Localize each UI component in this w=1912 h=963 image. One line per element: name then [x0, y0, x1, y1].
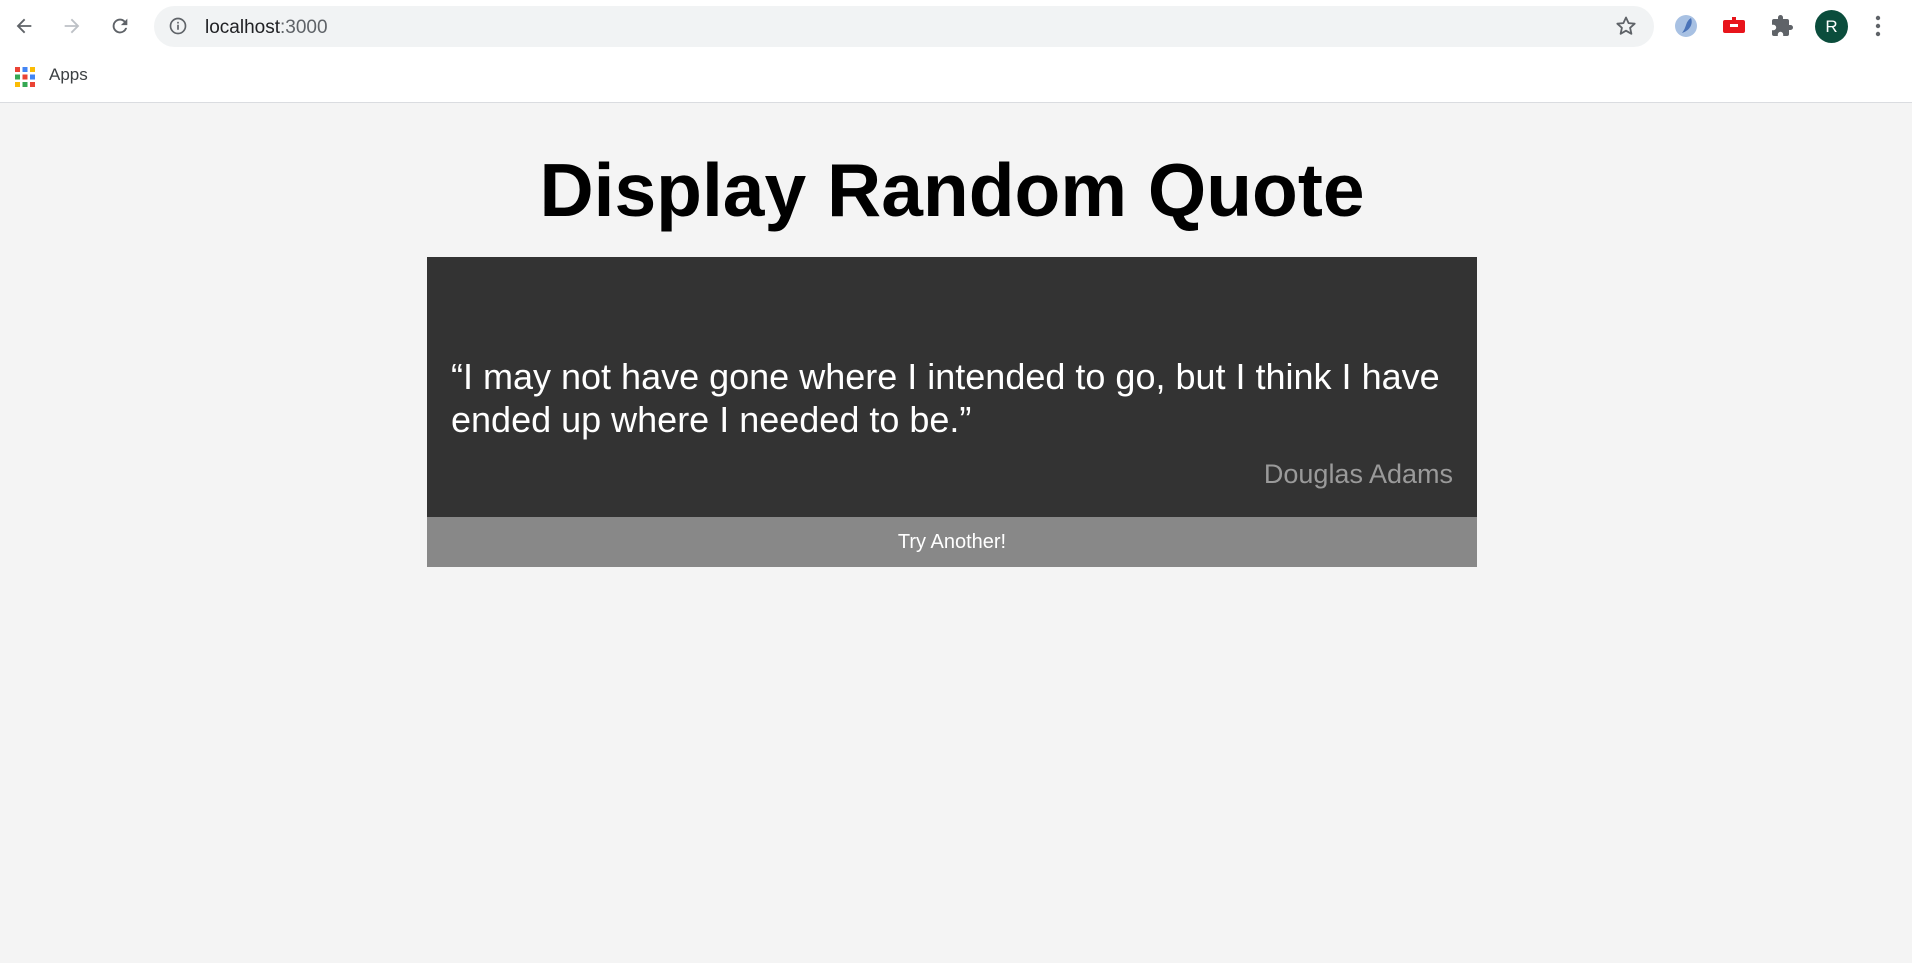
url-host: localhost: [205, 17, 280, 38]
url-text: localhost:3000: [205, 17, 328, 39]
page-content: Display Random Quote “I may not have gon…: [0, 103, 1912, 963]
url-port: :3000: [280, 17, 328, 38]
bookmarks-bar: Apps: [0, 52, 1912, 103]
quote-author: Douglas Adams: [1263, 459, 1453, 489]
star-icon[interactable]: [1614, 14, 1638, 43]
back-arrow-icon[interactable]: [8, 10, 40, 42]
forward-arrow-icon[interactable]: [56, 10, 88, 42]
try-another-button[interactable]: Try Another!: [427, 517, 1477, 567]
profile-avatar[interactable]: R: [1815, 10, 1848, 43]
browser-toolbar: localhost:3000 R: [0, 0, 1912, 52]
info-icon[interactable]: [168, 16, 188, 41]
extension-globe-icon[interactable]: [1670, 10, 1702, 42]
extension-red-icon[interactable]: [1718, 10, 1750, 42]
quote-text: “I may not have gone where I intended to…: [451, 356, 1440, 440]
puzzle-icon[interactable]: [1766, 10, 1798, 42]
reload-icon[interactable]: [104, 10, 136, 42]
page-title: Display Random Quote: [539, 148, 1365, 232]
bookmark-apps[interactable]: Apps: [49, 65, 88, 85]
kebab-menu-icon[interactable]: [1862, 10, 1894, 42]
address-bar[interactable]: localhost:3000: [154, 6, 1654, 47]
apps-grid-icon[interactable]: [14, 66, 36, 88]
quote-card: “I may not have gone where I intended to…: [427, 257, 1477, 517]
